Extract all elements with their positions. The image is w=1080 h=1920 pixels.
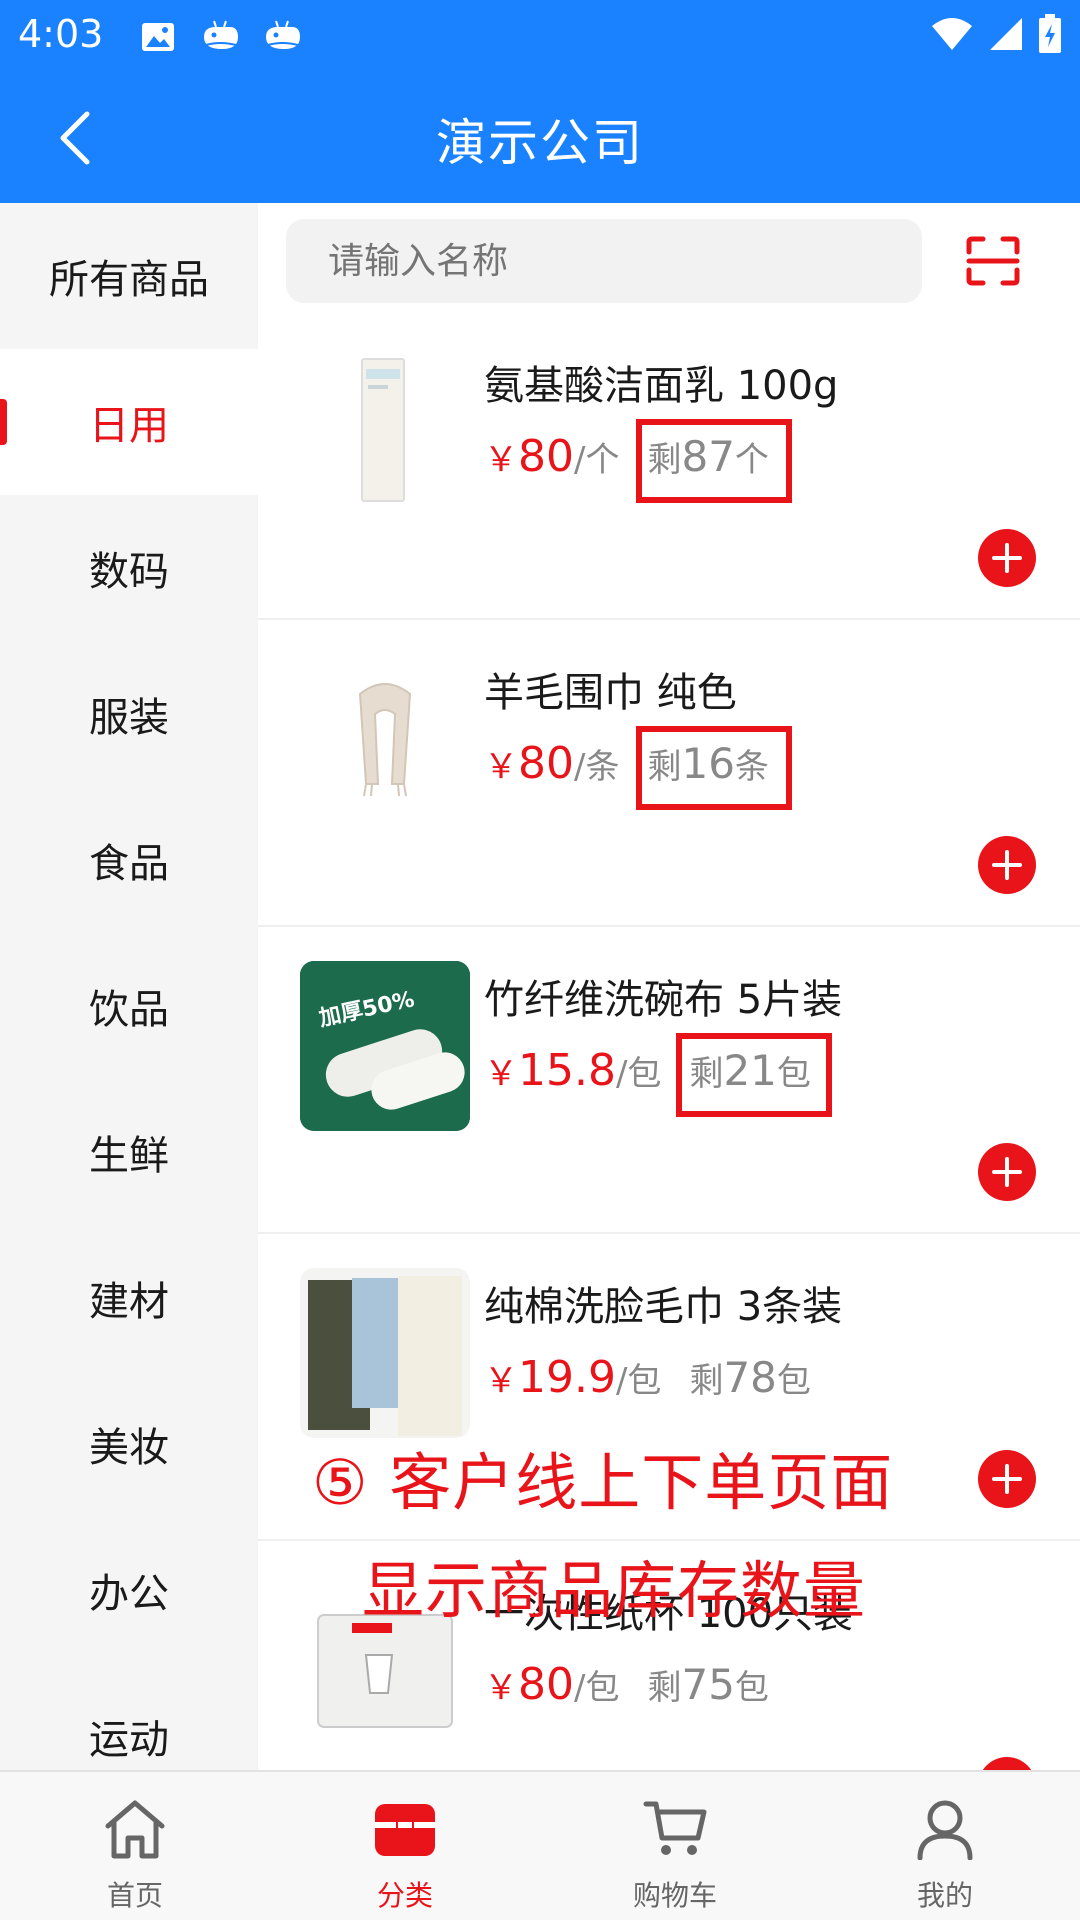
status-time: 4:03 xyxy=(18,12,104,56)
stock-count: 剩75包 xyxy=(647,1660,769,1709)
add-to-cart-button[interactable] xyxy=(978,529,1036,587)
add-to-cart-button[interactable] xyxy=(978,1143,1036,1201)
price-unit: /包 xyxy=(574,1668,620,1708)
bottom-tab-bar: 首页 分类 购物车 我的 xyxy=(0,1770,1080,1920)
wifi-icon xyxy=(930,16,974,56)
product-image-towels xyxy=(300,1268,470,1438)
tab-label: 我的 xyxy=(916,1879,973,1912)
price-unit: /个 xyxy=(574,440,620,480)
stock-highlight-box xyxy=(636,726,792,810)
status-notifications xyxy=(137,16,303,58)
scan-icon xyxy=(966,236,1020,286)
stock-highlight-box xyxy=(636,419,792,503)
product-image-scarf xyxy=(300,654,470,824)
app-header: 演示公司 xyxy=(0,73,1080,203)
sidebar-item-digital[interactable]: 数码 xyxy=(0,495,258,641)
tab-label: 分类 xyxy=(376,1879,433,1912)
signal-icon xyxy=(988,16,1024,56)
stock-highlight-box xyxy=(676,1033,832,1117)
sidebar-item-beauty[interactable]: 美妆 xyxy=(0,1371,258,1517)
image-icon xyxy=(137,16,179,58)
home-icon xyxy=(100,1794,170,1864)
product-card[interactable]: 羊毛围巾 纯色 ￥80 /条 剩16条 xyxy=(258,620,1080,927)
sidebar-item-building[interactable]: 建材 xyxy=(0,1225,258,1371)
sidebar-item-fresh[interactable]: 生鲜 xyxy=(0,1079,258,1225)
price-unit: /包 xyxy=(615,1361,662,1401)
page-title: 演示公司 xyxy=(436,114,644,172)
sidebar-item-all[interactable]: 所有商品 xyxy=(0,203,258,349)
search-input[interactable] xyxy=(286,219,922,303)
product-name: 竹纤维洗碗布 5片装 xyxy=(484,977,843,1023)
annotation-line-2: 显示商品库存数量 xyxy=(362,1554,867,1627)
product-price: ￥19.9 xyxy=(484,1352,616,1403)
sidebar-item-drinks[interactable]: 饮品 xyxy=(0,933,258,1079)
tab-cart[interactable]: 购物车 xyxy=(540,1772,810,1920)
product-price: ￥15.8 xyxy=(484,1045,616,1096)
add-to-cart-button[interactable] xyxy=(978,836,1036,894)
product-card[interactable]: 加厚50% 竹纤维洗碗布 5片装 ￥15.8 /包 剩21包 xyxy=(258,927,1080,1234)
app-notification-icon xyxy=(199,16,241,58)
sidebar-item-sports[interactable]: 运动 xyxy=(0,1663,258,1770)
price-unit: /条 xyxy=(574,747,620,787)
plus-icon xyxy=(992,543,1022,573)
plus-icon xyxy=(992,1157,1022,1187)
tab-label: 首页 xyxy=(106,1879,163,1912)
product-price: ￥80 xyxy=(484,431,574,482)
stock-count: 剩78包 xyxy=(689,1353,811,1402)
status-system-icons xyxy=(930,14,1062,58)
tab-home[interactable]: 首页 xyxy=(0,1772,270,1920)
price-row: ￥19.9 /包 剩78包 xyxy=(484,1352,811,1403)
product-name: 氨基酸洁面乳 100g xyxy=(484,363,839,409)
scan-button[interactable] xyxy=(958,229,1028,293)
tab-profile[interactable]: 我的 xyxy=(810,1772,1080,1920)
tab-category[interactable]: 分类 xyxy=(270,1772,540,1920)
annotation-line-1: ⑤ 客户线上下单页面 xyxy=(312,1446,894,1519)
product-image-dish-cloth: 加厚50% xyxy=(300,961,470,1131)
product-price: ￥80 xyxy=(484,1659,574,1710)
tab-label: 购物车 xyxy=(632,1879,717,1912)
product-name: 羊毛围巾 纯色 xyxy=(484,670,737,716)
sidebar-item-daily[interactable]: 日用 xyxy=(0,349,258,495)
product-image-cleanser xyxy=(300,347,470,517)
user-icon xyxy=(910,1794,980,1864)
plus-icon xyxy=(992,1464,1022,1494)
search-bar xyxy=(258,203,1080,313)
add-to-cart-button[interactable] xyxy=(978,1757,1036,1770)
app-notification-icon xyxy=(261,16,303,58)
sidebar-item-food[interactable]: 食品 xyxy=(0,787,258,933)
sidebar-item-office[interactable]: 办公 xyxy=(0,1517,258,1663)
product-price: ￥80 xyxy=(484,738,574,789)
status-bar: 4:03 xyxy=(0,0,1080,73)
price-row: ￥80 /包 剩75包 xyxy=(484,1659,769,1710)
category-icon xyxy=(370,1794,440,1864)
plus-icon xyxy=(992,850,1022,880)
sidebar-item-clothing[interactable]: 服装 xyxy=(0,641,258,787)
product-card[interactable]: 氨基酸洁面乳 100g ￥80 /个 剩87个 xyxy=(258,313,1080,620)
cart-icon xyxy=(640,1794,710,1864)
add-to-cart-button[interactable] xyxy=(978,1450,1036,1508)
product-name: 纯棉洗脸毛巾 3条装 xyxy=(484,1284,843,1330)
battery-icon xyxy=(1038,14,1062,58)
price-unit: /包 xyxy=(615,1054,662,1094)
category-sidebar: 所有商品 日用 数码 服装 食品 饮品 生鲜 建材 美妆 办公 运动 xyxy=(0,203,258,1770)
